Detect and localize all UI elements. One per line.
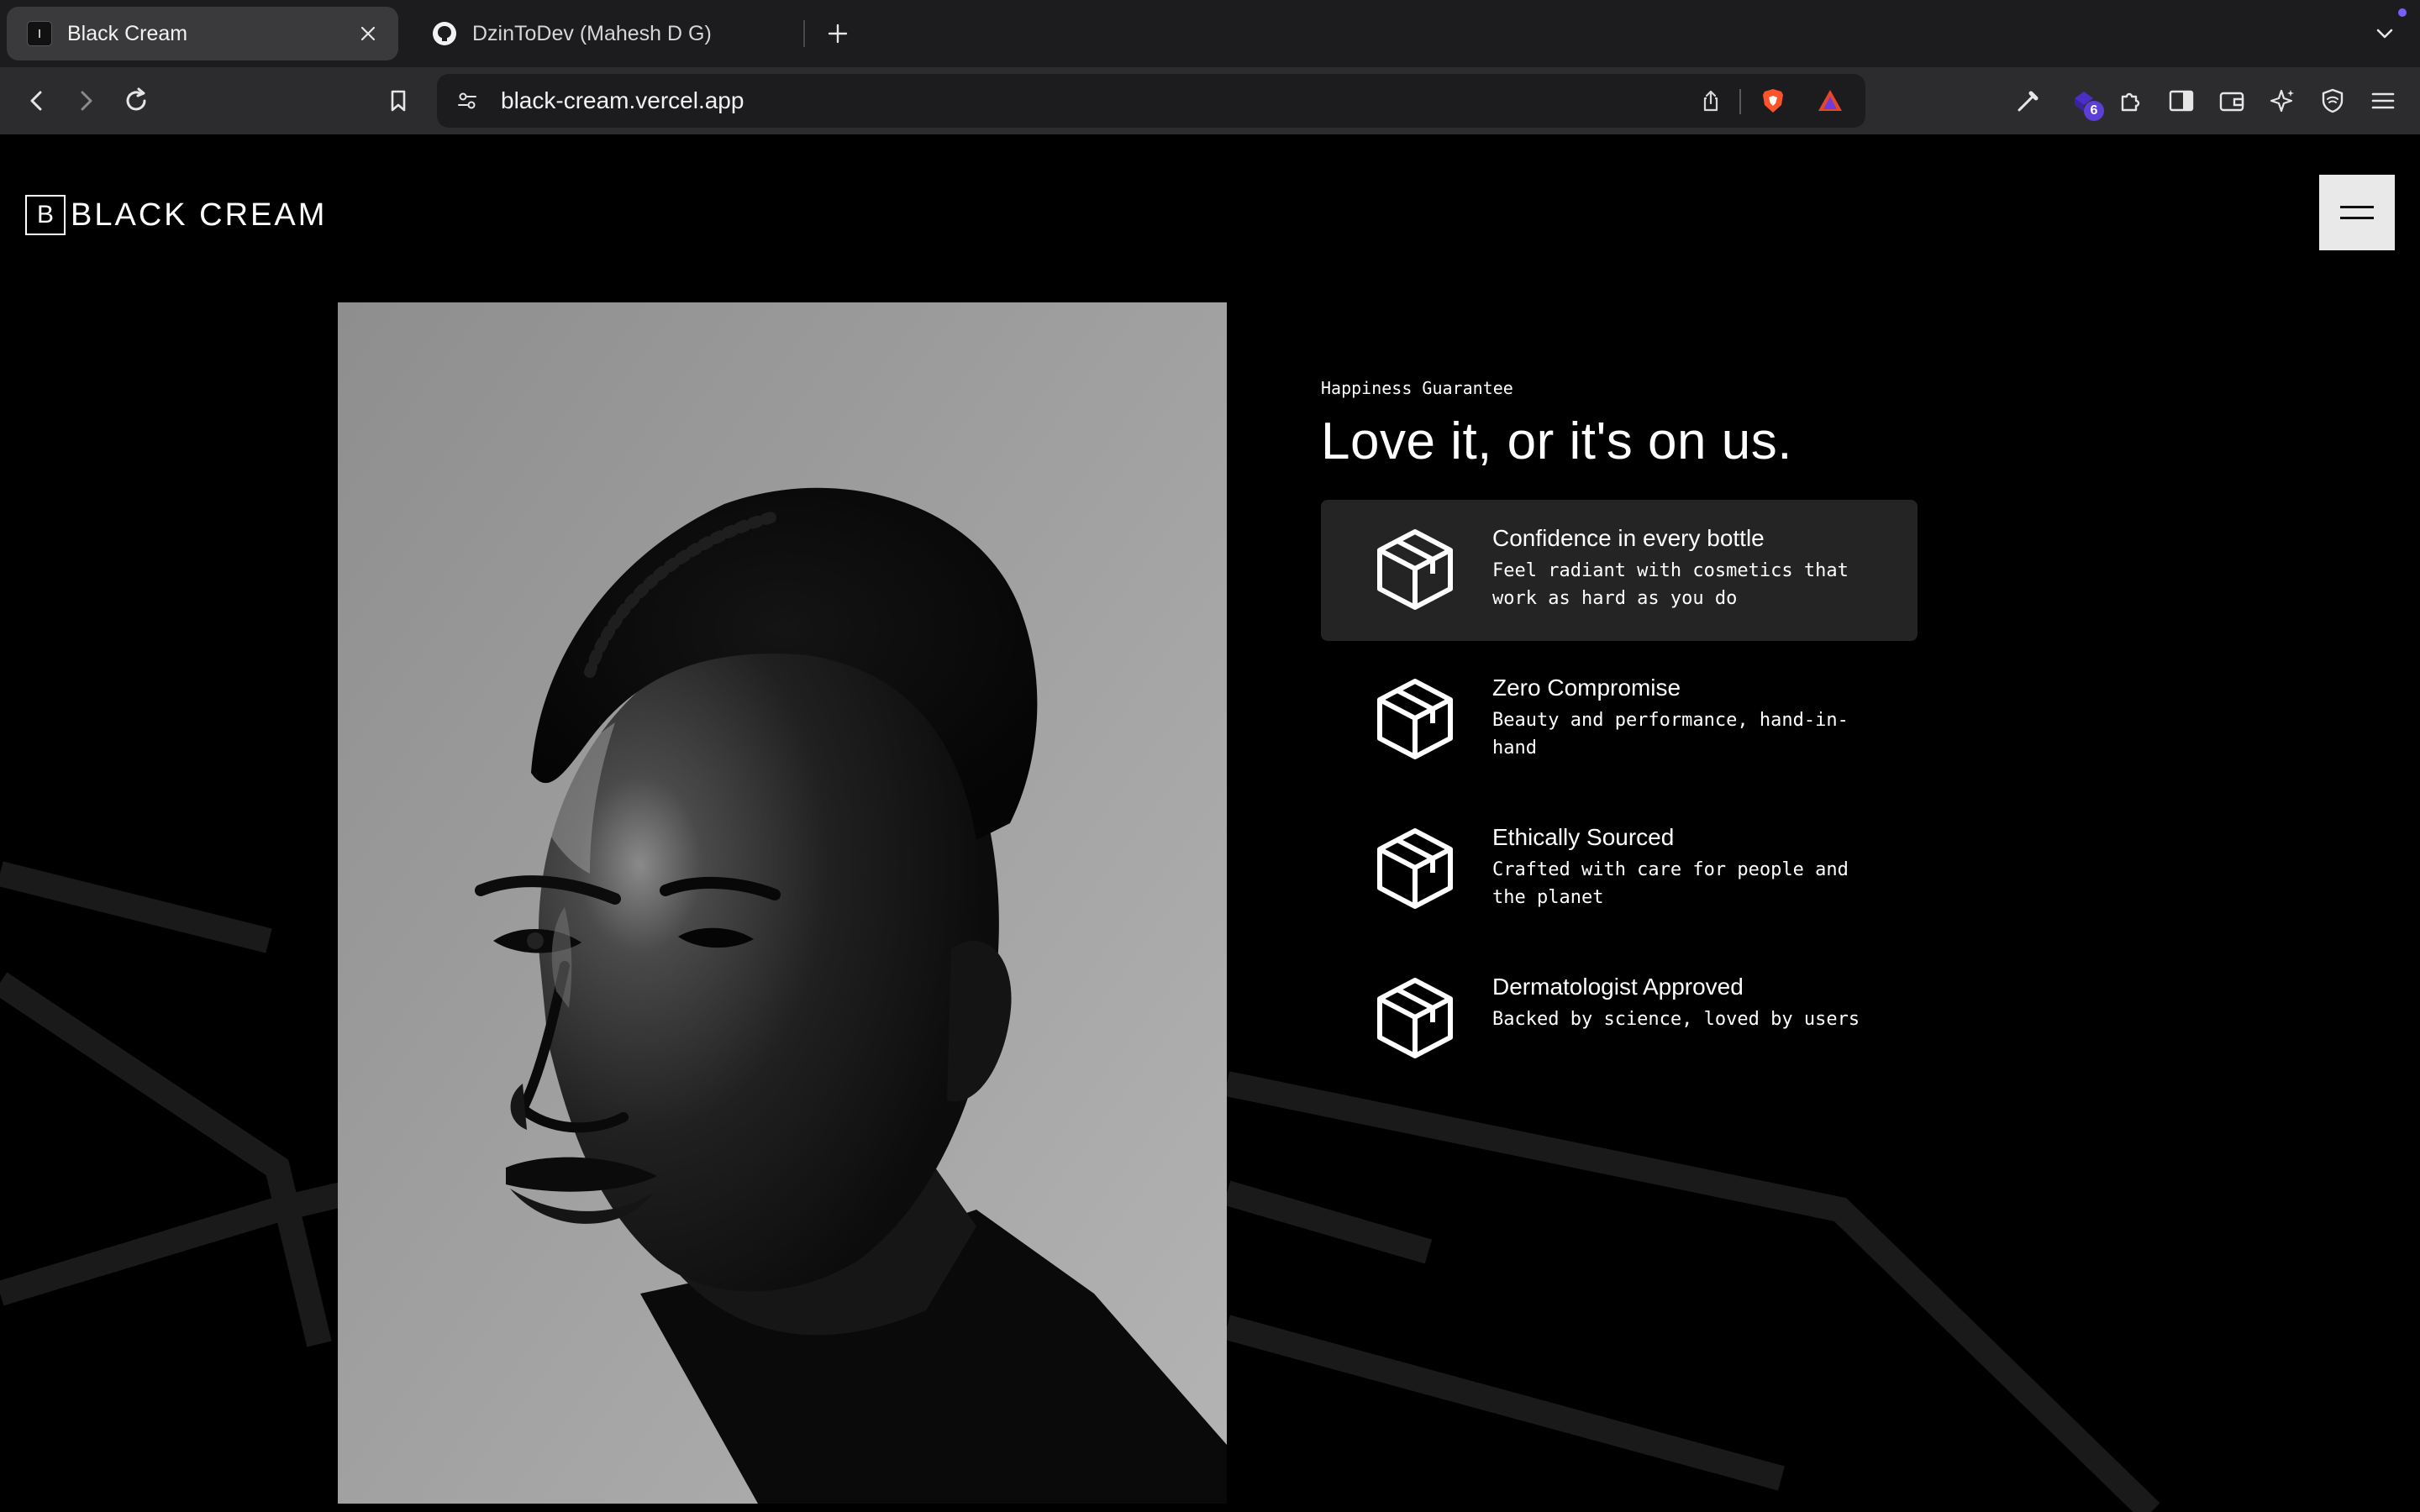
feature-title: Zero Compromise xyxy=(1492,675,1681,701)
feature-title: Ethically Sourced xyxy=(1492,824,1675,850)
black-cream-favicon-icon xyxy=(27,21,52,46)
vpn-shield-icon[interactable] xyxy=(2312,81,2353,121)
feature-description: Backed by science, loved by users xyxy=(1492,1009,1860,1030)
forward-button[interactable] xyxy=(66,81,106,121)
close-tab-icon[interactable] xyxy=(353,18,383,49)
site-settings-icon[interactable] xyxy=(449,82,486,119)
logo-mark: B xyxy=(25,195,66,235)
github-icon xyxy=(432,21,457,46)
tab-divider xyxy=(803,20,805,47)
logo-text: BLACK CREAM xyxy=(71,197,328,233)
tab-title: Black Cream xyxy=(67,21,188,45)
url-text: black-cream.vercel.app xyxy=(501,87,744,113)
brave-rewards-icon[interactable] xyxy=(1812,82,1849,119)
menu-line xyxy=(2340,206,2374,208)
share-icon[interactable] xyxy=(1692,82,1729,119)
reload-button[interactable] xyxy=(116,81,156,121)
browser-menu-icon[interactable] xyxy=(2363,81,2403,121)
tab-list-button[interactable] xyxy=(2366,15,2403,52)
leo-ai-icon[interactable] xyxy=(2262,81,2302,121)
feature-title: Dermatologist Approved xyxy=(1492,974,1744,1000)
feature-card-dermatologist-approved[interactable]: Dermatologist Approved Backed by science… xyxy=(1321,948,1918,1089)
feature-description: Beauty and performance, hand-in-hand xyxy=(1492,710,1849,759)
box-icon xyxy=(1377,828,1453,909)
tab-title: DzinToDev (Mahesh D G) xyxy=(472,21,712,45)
sidebar-toggle-icon[interactable] xyxy=(2161,81,2202,121)
feature-card-zero-compromise[interactable]: Zero Compromise Beauty and performance, … xyxy=(1321,649,1918,790)
feature-card-ethically-sourced[interactable]: Ethically Sourced Crafted with care for … xyxy=(1321,799,1918,940)
back-button[interactable] xyxy=(17,81,57,121)
tab-black-cream[interactable]: Black Cream xyxy=(7,7,398,60)
bookmark-icon xyxy=(391,90,406,112)
address-bar[interactable]: black-cream.vercel.app xyxy=(437,74,1865,128)
brave-shields-icon[interactable] xyxy=(1754,82,1791,119)
tab-github[interactable]: DzinToDev (Mahesh D G) xyxy=(412,7,803,60)
section-eyebrow: Happiness Guarantee xyxy=(1321,378,1513,398)
reload-icon xyxy=(126,87,146,111)
portrait-image xyxy=(338,302,1227,1504)
hamburger-menu-button[interactable] xyxy=(2319,175,2395,250)
chevron-down-icon xyxy=(2376,29,2393,39)
extensions-puzzle-icon[interactable] xyxy=(2111,81,2151,121)
browser-tab-bar: Black Cream DzinToDev (Mahesh D G) xyxy=(0,0,2420,67)
page-content: B BLACK CREAM Happiness Guarantee Love i… xyxy=(0,134,2420,1512)
feature-description: Feel radiant with cosmetics that work as… xyxy=(1492,560,1849,609)
section-headline: Love it, or it's on us. xyxy=(1321,412,1792,470)
wallet-icon[interactable] xyxy=(2212,81,2252,121)
extension-with-badge-icon[interactable]: 6 xyxy=(2064,81,2104,121)
menu-line xyxy=(2340,217,2374,219)
box-icon xyxy=(1377,529,1453,610)
arrow-right-icon xyxy=(81,91,92,111)
plus-icon xyxy=(828,24,848,44)
bookmark-button[interactable] xyxy=(378,81,418,121)
browser-toolbar: black-cream.vercel.app 6 xyxy=(0,67,2420,134)
eyedropper-extension-icon[interactable] xyxy=(2008,81,2049,121)
box-icon xyxy=(1377,978,1453,1058)
box-icon xyxy=(1377,679,1453,759)
url-divider xyxy=(1739,89,1741,114)
notification-dot xyxy=(2398,8,2407,17)
arrow-left-icon xyxy=(30,91,42,111)
brand-logo[interactable]: B BLACK CREAM xyxy=(25,195,327,235)
feature-title: Confidence in every bottle xyxy=(1492,525,1765,551)
extension-badge: 6 xyxy=(2084,101,2104,121)
feature-description: Crafted with care for people and the pla… xyxy=(1492,859,1849,908)
new-tab-button[interactable] xyxy=(819,15,856,52)
feature-card-confidence[interactable]: Confidence in every bottle Feel radiant … xyxy=(1321,500,1918,641)
